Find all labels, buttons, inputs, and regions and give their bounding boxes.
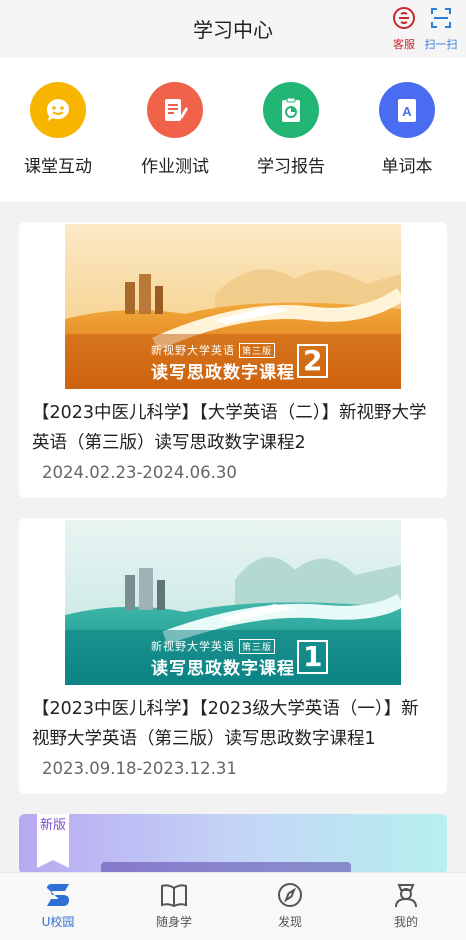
open-book-icon [116, 879, 232, 911]
tab-u-campus[interactable]: U校园 [0, 879, 116, 930]
course-card[interactable]: 新视野大学英语 第三版 读写思政数字课程 1 【2023中医儿科学】【2023级大… [19, 518, 447, 794]
compass-icon [232, 879, 348, 911]
course-cover-image: 新视野大学英语 第三版 读写思政数字课程 2 [65, 224, 401, 389]
document-pencil-icon [147, 82, 203, 138]
bottom-tab-bar: U校园 随身学 发现 我的 [0, 872, 466, 940]
smiley-chat-icon [30, 82, 86, 138]
clipboard-chart-icon [263, 82, 319, 138]
course-card-partial[interactable]: 新版 [19, 814, 447, 874]
scan-icon [429, 8, 453, 34]
tab-label: 我的 [393, 915, 418, 929]
tab-label: 随身学 [155, 915, 192, 929]
quick-entry-label: 学习报告 [257, 157, 325, 177]
course-title: 【2023中医儿科学】【2023级大学英语（一）】新视野大学英语（第三版）读写思… [32, 699, 419, 749]
banner-edition: 第三版 [239, 343, 276, 358]
letter-a-book-icon: A [379, 82, 435, 138]
quick-entry-homework-test[interactable]: 作业测试 [120, 82, 230, 177]
top-bar: 学习中心 客服 扫一扫 [0, 0, 466, 58]
quick-entry-label: 作业测试 [141, 157, 209, 177]
banner-edition: 第三版 [239, 639, 276, 654]
scan-button[interactable]: 扫一扫 [421, 6, 461, 52]
banner-course-number: 2 [297, 344, 329, 378]
course-date-range: 2024.02.23-2024.06.30 [42, 463, 237, 482]
banner-series-name: 新视野大学英语 [151, 344, 235, 357]
banner-series-name: 新视野大学英语 [151, 640, 235, 653]
tab-discover[interactable]: 发现 [232, 879, 348, 930]
customer-service-button[interactable]: 客服 [384, 6, 424, 52]
course-cover-image: 新视野大学英语 第三版 读写思政数字课程 1 [65, 520, 401, 685]
quick-entry-label: 课堂互动 [24, 157, 92, 177]
customer-service-icon [392, 7, 416, 34]
scan-label: 扫一扫 [424, 38, 458, 51]
course-card[interactable]: 新视野大学英语 第三版 读写思政数字课程 2 【2023中医儿科学】【大学英语（二… [19, 222, 447, 498]
tab-label: 发现 [277, 915, 302, 929]
svg-text:A: A [402, 104, 412, 119]
quick-entry-vocabulary-book[interactable]: A 单词本 [352, 82, 462, 177]
tab-study-anywhere[interactable]: 随身学 [116, 879, 232, 930]
quick-entry-panel: 课堂互动 作业测试 学习报告 A 单词本 [0, 58, 466, 202]
tab-mine[interactable]: 我的 [348, 879, 464, 930]
quick-entry-learning-report[interactable]: 学习报告 [236, 82, 346, 177]
new-edition-tag: 新版 [37, 814, 69, 868]
user-profile-icon [348, 879, 464, 911]
course-date-range: 2023.09.18-2023.12.31 [42, 759, 237, 778]
customer-service-label: 客服 [393, 38, 415, 51]
u-campus-icon [0, 879, 116, 911]
quick-entry-label: 单词本 [381, 157, 433, 177]
course-title: 【2023中医儿科学】【大学英语（二）】新视野大学英语（第三版）读写思政数字课程… [32, 403, 427, 453]
banner-course-number: 1 [297, 640, 329, 674]
quick-entry-classroom-interaction[interactable]: 课堂互动 [3, 82, 113, 177]
tab-label: U校园 [41, 915, 75, 929]
